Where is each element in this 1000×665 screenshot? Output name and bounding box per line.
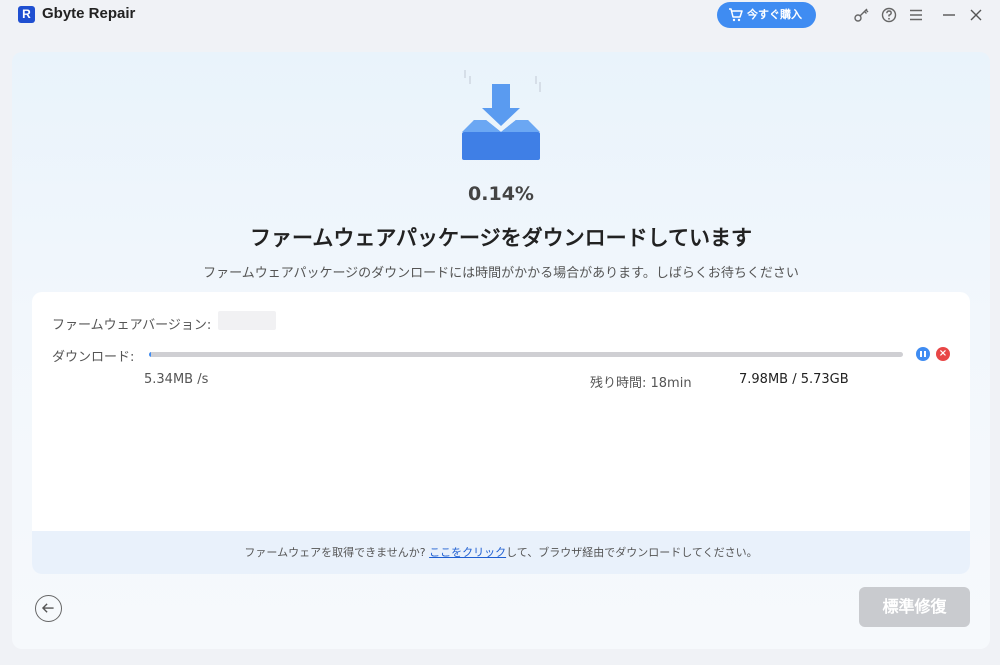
manual-download-notice: ファームウェアを取得できませんか? ここをクリックして、ブラウザ経由でダウンロー… (32, 531, 970, 574)
download-percent: 0.14% (468, 183, 534, 205)
click-here-link[interactable]: ここをクリック (429, 546, 506, 559)
page-heading: ファームウェアパッケージをダウンロードしています (250, 226, 752, 250)
notice-suffix: して、ブラウザ経由でダウンロードしてください。 (506, 546, 758, 559)
standard-repair-button[interactable]: 標準修復 (859, 587, 970, 627)
buy-now-button[interactable]: 今すぐ購入 (717, 2, 816, 28)
download-progress-fill (149, 352, 152, 357)
buy-now-label: 今すぐ購入 (747, 8, 802, 21)
page-subtitle: ファームウェアパッケージのダウンロードには時間がかかる場合があります。しばらくお… (203, 266, 799, 281)
key-icon[interactable] (852, 5, 872, 25)
close-icon[interactable] (966, 5, 986, 25)
title-bar: R Gbyte Repair 今すぐ購入 (0, 0, 1000, 30)
download-progress-bar (149, 352, 903, 357)
remaining-time: 残り時間: 18min (590, 376, 692, 391)
firmware-version-value (218, 311, 276, 330)
download-tray-icon (462, 70, 541, 160)
help-icon[interactable] (879, 5, 899, 25)
notice-prefix: ファームウェアを取得できませんか? (244, 546, 430, 559)
download-speed: 5.34MB /s (144, 372, 209, 387)
download-label: ダウンロード: (52, 350, 135, 365)
app-logo: R (18, 6, 35, 23)
main-panel: 0.14% ファームウェアパッケージをダウンロードしています ファームウェアパッ… (12, 52, 990, 649)
download-card: ファームウェアバージョン: ダウンロード: × 5.34MB /s 残り時間: … (32, 292, 970, 574)
cancel-download-button[interactable]: × (936, 347, 950, 361)
minimize-icon[interactable] (939, 5, 959, 25)
menu-icon[interactable] (906, 5, 926, 25)
cart-icon (729, 8, 743, 22)
pause-button[interactable] (916, 347, 930, 361)
app-title: Gbyte Repair (42, 5, 136, 22)
firmware-version-label: ファームウェアバージョン: (52, 318, 212, 333)
download-size: 7.98MB / 5.73GB (739, 372, 849, 387)
back-button[interactable] (35, 595, 62, 622)
